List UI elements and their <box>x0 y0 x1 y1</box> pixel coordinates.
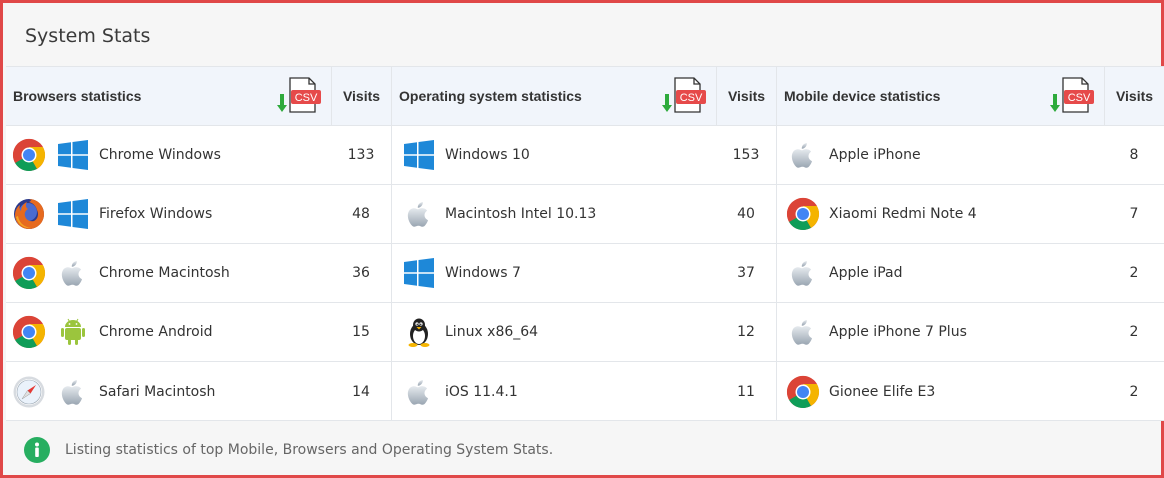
mobile-header: Mobile device statistics CSV Visits <box>777 67 1164 126</box>
mobile-panel: Mobile device statistics CSV Visits Appl… <box>777 67 1164 420</box>
windows-icon <box>56 197 90 231</box>
table-row: Apple iPhone 7 Plus 2 <box>777 303 1164 362</box>
mobile-title: Mobile device statistics <box>784 88 941 104</box>
mobile-csv-download-button[interactable]: CSV <box>1050 76 1096 116</box>
chrome-icon <box>12 315 46 349</box>
csv-label: CSV <box>295 92 318 104</box>
chrome-icon <box>786 197 820 231</box>
row-label: Apple iPad <box>829 265 903 281</box>
csv-label: CSV <box>1068 92 1091 104</box>
row-label: Windows 10 <box>445 147 530 163</box>
row-label: Apple iPhone <box>829 147 921 163</box>
csv-download-icon: CSV <box>662 77 706 113</box>
footer-text: Listing statistics of top Mobile, Browse… <box>65 441 554 458</box>
apple-icon <box>786 138 820 172</box>
chrome-icon <box>786 375 820 409</box>
row-label: Macintosh Intel 10.13 <box>445 206 597 222</box>
row-visits: 2 <box>1129 383 1139 400</box>
row-visits: 40 <box>737 206 755 222</box>
os-panel: Operating system statistics CSV Visits W… <box>392 67 777 420</box>
table-row: Firefox Windows 48 <box>6 185 391 244</box>
info-icon <box>24 436 50 463</box>
row-visits: 7 <box>1129 206 1139 222</box>
table-row: Xiaomi Redmi Note 4 7 <box>777 185 1164 244</box>
table-row: Linux x86_64 12 <box>392 303 776 362</box>
table-row: Apple iPhone 8 <box>777 126 1164 185</box>
row-visits: 133 <box>347 147 375 163</box>
row-label: Chrome Android <box>99 324 213 340</box>
table-row: Windows 7 37 <box>392 244 776 303</box>
visits-column-header[interactable]: Visits <box>716 67 776 125</box>
table-row: Macintosh Intel 10.13 40 <box>392 185 776 244</box>
os-csv-download-button[interactable]: CSV <box>662 76 708 116</box>
row-visits: 2 <box>1129 324 1139 340</box>
row-visits: 11 <box>737 383 755 400</box>
table-row: Safari Macintosh 14 <box>6 362 391 421</box>
table-row: Gionee Elife E3 2 <box>777 362 1164 421</box>
android-icon <box>56 315 90 349</box>
row-label: Firefox Windows <box>99 206 213 222</box>
row-visits: 153 <box>732 147 760 163</box>
row-visits: 36 <box>352 265 370 281</box>
row-visits: 14 <box>352 383 370 400</box>
apple-icon <box>402 375 436 409</box>
windows-icon <box>402 256 436 290</box>
row-visits: 12 <box>737 324 755 340</box>
csv-download-icon: CSV <box>1050 77 1094 113</box>
visits-column-header[interactable]: Visits <box>1104 67 1164 125</box>
row-label: Chrome Macintosh <box>99 265 230 281</box>
browsers-panel: Browsers statistics CSV Visits Chrome Wi… <box>6 67 392 420</box>
row-visits: 15 <box>352 324 370 340</box>
csv-download-icon: CSV <box>277 77 321 113</box>
row-visits: 37 <box>737 265 755 281</box>
page-title: System Stats <box>25 25 151 47</box>
browsers-csv-download-button[interactable]: CSV <box>277 76 323 116</box>
apple-icon <box>786 315 820 349</box>
table-row: Apple iPad 2 <box>777 244 1164 303</box>
browsers-title: Browsers statistics <box>13 88 142 104</box>
linux-icon <box>402 315 436 349</box>
table-row: Chrome Macintosh 36 <box>6 244 391 303</box>
os-header: Operating system statistics CSV Visits <box>392 67 776 126</box>
row-label: Gionee Elife E3 <box>829 383 936 400</box>
chrome-icon <box>12 256 46 290</box>
row-label: Safari Macintosh <box>99 383 216 400</box>
stats-tables: Browsers statistics CSV Visits Chrome Wi… <box>6 66 1164 421</box>
row-label: iOS 11.4.1 <box>445 383 518 400</box>
row-label: Chrome Windows <box>99 147 221 163</box>
table-row: iOS 11.4.1 11 <box>392 362 776 421</box>
windows-icon <box>402 138 436 172</box>
apple-icon <box>56 375 90 409</box>
footer: Listing statistics of top Mobile, Browse… <box>6 421 1164 478</box>
csv-label: CSV <box>680 92 703 104</box>
system-stats-widget: System Stats Browsers statistics CSV Vis… <box>0 0 1164 478</box>
apple-icon <box>56 256 90 290</box>
row-label: Xiaomi Redmi Note 4 <box>829 206 977 222</box>
apple-icon <box>402 197 436 231</box>
safari-icon <box>12 375 46 409</box>
table-row: Chrome Android 15 <box>6 303 391 362</box>
row-visits: 8 <box>1129 147 1139 163</box>
row-visits: 48 <box>352 206 370 222</box>
table-row: Windows 10 153 <box>392 126 776 185</box>
row-label: Linux x86_64 <box>445 324 539 340</box>
row-label: Apple iPhone 7 Plus <box>829 324 967 340</box>
chrome-icon <box>12 138 46 172</box>
row-visits: 2 <box>1129 265 1139 281</box>
table-row: Chrome Windows 133 <box>6 126 391 185</box>
visits-column-header[interactable]: Visits <box>331 67 391 125</box>
os-title: Operating system statistics <box>399 88 582 104</box>
browsers-header: Browsers statistics CSV Visits <box>6 67 391 126</box>
windows-icon <box>56 138 90 172</box>
row-label: Windows 7 <box>445 265 521 281</box>
firefox-icon <box>12 197 46 231</box>
apple-icon <box>786 256 820 290</box>
